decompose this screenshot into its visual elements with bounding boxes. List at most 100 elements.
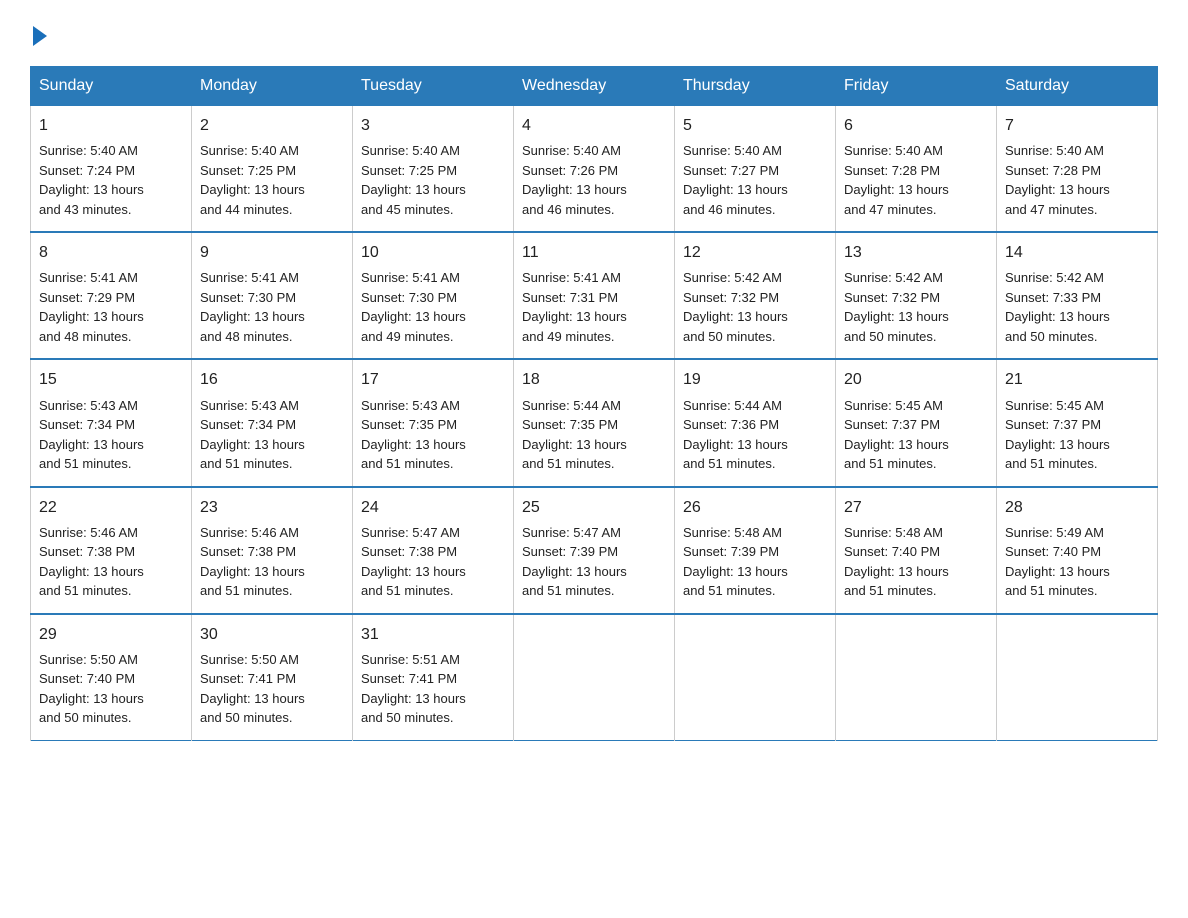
- calendar-cell: 12 Sunrise: 5:42 AMSunset: 7:32 PMDayligh…: [675, 232, 836, 359]
- calendar-cell: 7 Sunrise: 5:40 AMSunset: 7:28 PMDaylight…: [997, 106, 1158, 233]
- logo-arrow-icon: [33, 26, 47, 46]
- calendar-cell: 30Sunrise: 5:50 AMSunset: 7:41 PMDayligh…: [192, 614, 353, 741]
- day-info: Sunrise: 5:48 AMSunset: 7:39 PMDaylight:…: [683, 523, 827, 601]
- calendar-week-row: 1 Sunrise: 5:40 AMSunset: 7:24 PMDaylight…: [31, 106, 1158, 233]
- day-number: 14: [1005, 241, 1149, 264]
- day-number: 8: [39, 241, 183, 264]
- calendar-week-row: 29Sunrise: 5:50 AMSunset: 7:40 PMDayligh…: [31, 614, 1158, 741]
- day-info: Sunrise: 5:45 AMSunset: 7:37 PMDaylight:…: [1005, 396, 1149, 474]
- day-number: 9: [200, 241, 344, 264]
- day-info: Sunrise: 5:49 AMSunset: 7:40 PMDaylight:…: [1005, 523, 1149, 601]
- day-info: Sunrise: 5:42 AMSunset: 7:33 PMDaylight:…: [1005, 268, 1149, 346]
- day-number: 23: [200, 496, 344, 519]
- calendar-cell: 17 Sunrise: 5:43 AMSunset: 7:35 PMDayligh…: [353, 359, 514, 486]
- logo: [30, 20, 47, 46]
- day-number: 25: [522, 496, 666, 519]
- calendar-cell: 1 Sunrise: 5:40 AMSunset: 7:24 PMDaylight…: [31, 106, 192, 233]
- day-info: Sunrise: 5:40 AMSunset: 7:28 PMDaylight:…: [1005, 141, 1149, 219]
- day-number: 2: [200, 114, 344, 137]
- day-info: Sunrise: 5:47 AMSunset: 7:38 PMDaylight:…: [361, 523, 505, 601]
- calendar-week-row: 15 Sunrise: 5:43 AMSunset: 7:34 PMDayligh…: [31, 359, 1158, 486]
- calendar-week-row: 8 Sunrise: 5:41 AMSunset: 7:29 PMDaylight…: [31, 232, 1158, 359]
- day-number: 17: [361, 368, 505, 391]
- day-number: 10: [361, 241, 505, 264]
- day-number: 6: [844, 114, 988, 137]
- calendar-cell: 29Sunrise: 5:50 AMSunset: 7:40 PMDayligh…: [31, 614, 192, 741]
- header-thursday: Thursday: [675, 67, 836, 106]
- day-number: 19: [683, 368, 827, 391]
- calendar-cell: 8 Sunrise: 5:41 AMSunset: 7:29 PMDaylight…: [31, 232, 192, 359]
- day-info: Sunrise: 5:41 AMSunset: 7:31 PMDaylight:…: [522, 268, 666, 346]
- calendar-cell: 19 Sunrise: 5:44 AMSunset: 7:36 PMDayligh…: [675, 359, 836, 486]
- day-number: 13: [844, 241, 988, 264]
- day-number: 21: [1005, 368, 1149, 391]
- day-info: Sunrise: 5:46 AMSunset: 7:38 PMDaylight:…: [200, 523, 344, 601]
- page-header: [30, 20, 1158, 46]
- calendar-cell: 26 Sunrise: 5:48 AMSunset: 7:39 PMDayligh…: [675, 487, 836, 614]
- calendar-body: 1 Sunrise: 5:40 AMSunset: 7:24 PMDaylight…: [31, 106, 1158, 741]
- calendar-cell: [675, 614, 836, 741]
- day-info: Sunrise: 5:44 AMSunset: 7:36 PMDaylight:…: [683, 396, 827, 474]
- day-number: 15: [39, 368, 183, 391]
- day-info: Sunrise: 5:40 AMSunset: 7:28 PMDaylight:…: [844, 141, 988, 219]
- calendar-cell: 15 Sunrise: 5:43 AMSunset: 7:34 PMDayligh…: [31, 359, 192, 486]
- day-info: Sunrise: 5:40 AMSunset: 7:27 PMDaylight:…: [683, 141, 827, 219]
- calendar-cell: 11 Sunrise: 5:41 AMSunset: 7:31 PMDayligh…: [514, 232, 675, 359]
- calendar-cell: 25 Sunrise: 5:47 AMSunset: 7:39 PMDayligh…: [514, 487, 675, 614]
- calendar-cell: [836, 614, 997, 741]
- day-info: Sunrise: 5:43 AMSunset: 7:35 PMDaylight:…: [361, 396, 505, 474]
- day-info: Sunrise: 5:51 AMSunset: 7:41 PMDaylight:…: [361, 650, 505, 728]
- day-number: 7: [1005, 114, 1149, 137]
- calendar-cell: 23 Sunrise: 5:46 AMSunset: 7:38 PMDayligh…: [192, 487, 353, 614]
- calendar-header: Sunday Monday Tuesday Wednesday Thursday…: [31, 67, 1158, 106]
- calendar-week-row: 22 Sunrise: 5:46 AMSunset: 7:38 PMDayligh…: [31, 487, 1158, 614]
- day-info: Sunrise: 5:44 AMSunset: 7:35 PMDaylight:…: [522, 396, 666, 474]
- day-number: 4: [522, 114, 666, 137]
- calendar-cell: 18 Sunrise: 5:44 AMSunset: 7:35 PMDayligh…: [514, 359, 675, 486]
- day-info: Sunrise: 5:40 AMSunset: 7:26 PMDaylight:…: [522, 141, 666, 219]
- day-number: 1: [39, 114, 183, 137]
- calendar-cell: 13 Sunrise: 5:42 AMSunset: 7:32 PMDayligh…: [836, 232, 997, 359]
- day-number: 22: [39, 496, 183, 519]
- day-info: Sunrise: 5:48 AMSunset: 7:40 PMDaylight:…: [844, 523, 988, 601]
- day-info: Sunrise: 5:47 AMSunset: 7:39 PMDaylight:…: [522, 523, 666, 601]
- header-friday: Friday: [836, 67, 997, 106]
- day-info: Sunrise: 5:41 AMSunset: 7:30 PMDaylight:…: [361, 268, 505, 346]
- header-monday: Monday: [192, 67, 353, 106]
- day-info: Sunrise: 5:41 AMSunset: 7:30 PMDaylight:…: [200, 268, 344, 346]
- header-wednesday: Wednesday: [514, 67, 675, 106]
- header-saturday: Saturday: [997, 67, 1158, 106]
- calendar-cell: [514, 614, 675, 741]
- day-number: 3: [361, 114, 505, 137]
- calendar-cell: 14 Sunrise: 5:42 AMSunset: 7:33 PMDayligh…: [997, 232, 1158, 359]
- day-info: Sunrise: 5:43 AMSunset: 7:34 PMDaylight:…: [39, 396, 183, 474]
- day-number: 5: [683, 114, 827, 137]
- calendar-cell: 4 Sunrise: 5:40 AMSunset: 7:26 PMDaylight…: [514, 106, 675, 233]
- day-number: 27: [844, 496, 988, 519]
- calendar-cell: 6 Sunrise: 5:40 AMSunset: 7:28 PMDaylight…: [836, 106, 997, 233]
- day-info: Sunrise: 5:46 AMSunset: 7:38 PMDaylight:…: [39, 523, 183, 601]
- calendar-cell: 31 Sunrise: 5:51 AMSunset: 7:41 PMDayligh…: [353, 614, 514, 741]
- calendar-cell: 24Sunrise: 5:47 AMSunset: 7:38 PMDayligh…: [353, 487, 514, 614]
- day-info: Sunrise: 5:42 AMSunset: 7:32 PMDaylight:…: [683, 268, 827, 346]
- day-info: Sunrise: 5:41 AMSunset: 7:29 PMDaylight:…: [39, 268, 183, 346]
- day-number: 30: [200, 623, 344, 646]
- day-number: 18: [522, 368, 666, 391]
- day-number: 26: [683, 496, 827, 519]
- day-info: Sunrise: 5:45 AMSunset: 7:37 PMDaylight:…: [844, 396, 988, 474]
- day-info: Sunrise: 5:42 AMSunset: 7:32 PMDaylight:…: [844, 268, 988, 346]
- day-info: Sunrise: 5:40 AMSunset: 7:25 PMDaylight:…: [361, 141, 505, 219]
- calendar-cell: 3 Sunrise: 5:40 AMSunset: 7:25 PMDaylight…: [353, 106, 514, 233]
- calendar-cell: 9 Sunrise: 5:41 AMSunset: 7:30 PMDaylight…: [192, 232, 353, 359]
- header-sunday: Sunday: [31, 67, 192, 106]
- calendar-cell: 16Sunrise: 5:43 AMSunset: 7:34 PMDayligh…: [192, 359, 353, 486]
- header-row: Sunday Monday Tuesday Wednesday Thursday…: [31, 67, 1158, 106]
- day-info: Sunrise: 5:40 AMSunset: 7:24 PMDaylight:…: [39, 141, 183, 219]
- day-number: 20: [844, 368, 988, 391]
- day-number: 31: [361, 623, 505, 646]
- day-number: 11: [522, 241, 666, 264]
- day-info: Sunrise: 5:43 AMSunset: 7:34 PMDaylight:…: [200, 396, 344, 474]
- day-number: 12: [683, 241, 827, 264]
- calendar-cell: 27 Sunrise: 5:48 AMSunset: 7:40 PMDayligh…: [836, 487, 997, 614]
- calendar-cell: 22 Sunrise: 5:46 AMSunset: 7:38 PMDayligh…: [31, 487, 192, 614]
